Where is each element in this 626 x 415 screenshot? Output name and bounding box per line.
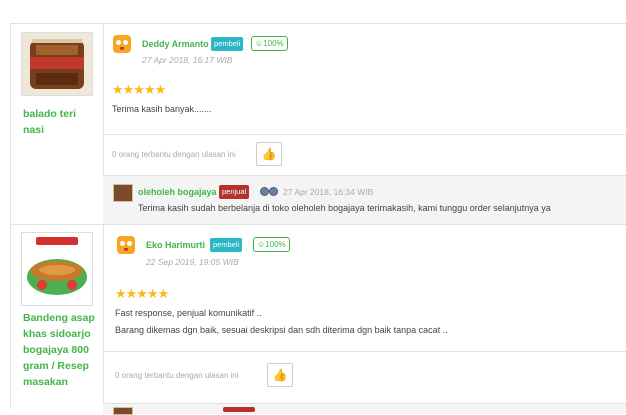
seller-badge bbox=[223, 407, 255, 412]
medal-icon bbox=[260, 187, 269, 196]
product-image bbox=[22, 33, 92, 95]
smile-percent-icon: ☺ bbox=[257, 240, 266, 249]
review-text-line: Terima kasih banyak....... bbox=[112, 104, 212, 114]
like-button[interactable]: 👍 bbox=[267, 363, 293, 387]
product-thumbnail[interactable] bbox=[21, 232, 93, 306]
shop-logo bbox=[113, 407, 133, 415]
reputation-badge: ☺100% bbox=[253, 237, 290, 252]
star-rating: ★★★★★ bbox=[112, 82, 166, 97]
review-body: Eko Harimurti pembeli ☺100% 22 Sep 2019,… bbox=[103, 225, 626, 415]
seller-reply: oleholeh bogajaya penjual 27 Apr 2018, 1… bbox=[103, 175, 626, 225]
review-date: 27 Apr 2018, 16:17 WIB bbox=[142, 55, 233, 65]
reviewer-name[interactable]: Deddy Armanto bbox=[142, 39, 209, 49]
product-column: balado teri nasi bbox=[10, 24, 104, 224]
star-rating: ★★★★★ bbox=[115, 286, 169, 301]
review-item: balado teri nasi Deddy Armanto pembeli ☺… bbox=[10, 24, 626, 225]
reputation-badge: ☺100% bbox=[251, 36, 288, 51]
helpful-count: 0 orang terbantu dengan ulasan ini bbox=[112, 150, 236, 159]
reviewer-name[interactable]: Eko Harimurti bbox=[146, 240, 205, 250]
shop-name[interactable]: oleholeh bogajaya bbox=[138, 187, 217, 197]
product-name-link[interactable]: Bandeng asap khas sidoarjo bogajaya 800 … bbox=[23, 310, 99, 390]
buyer-badge: pembeli bbox=[210, 238, 243, 252]
product-thumbnail[interactable] bbox=[21, 32, 93, 96]
helpful-row: 0 orang terbantu dengan ulasan ini 👍 bbox=[103, 134, 626, 176]
thumbs-up-icon: 👍 bbox=[272, 368, 288, 382]
review-date: 22 Sep 2019, 19:05 WIB bbox=[146, 257, 239, 267]
reviewer-avatar bbox=[113, 35, 131, 53]
review-text-line: Fast response, penjual komunikatif .. bbox=[115, 308, 262, 318]
buyer-badge: pembeli bbox=[211, 37, 244, 51]
reply-text: Terima kasih sudah berbelanja di toko ol… bbox=[138, 203, 551, 213]
product-column: Bandeng asap khas sidoarjo bogajaya 800 … bbox=[10, 225, 104, 409]
medal-icon bbox=[269, 187, 278, 196]
thumbs-up-icon: 👍 bbox=[261, 147, 277, 161]
product-name-link[interactable]: balado teri nasi bbox=[23, 106, 99, 138]
seller-badge: penjual bbox=[219, 185, 250, 199]
smile-percent-icon: ☺ bbox=[255, 39, 264, 48]
like-button[interactable]: 👍 bbox=[256, 142, 282, 166]
helpful-row: 0 orang terbantu dengan ulasan ini 👍 bbox=[103, 351, 626, 393]
review-item: Bandeng asap khas sidoarjo bogajaya 800 … bbox=[10, 225, 626, 415]
review-body: Deddy Armanto pembeli ☺100% 27 Apr 2018,… bbox=[103, 24, 626, 225]
reply-date: 27 Apr 2018, 16:34 WIB bbox=[283, 187, 374, 197]
product-image bbox=[22, 233, 92, 305]
review-text-line: Barang dikemas dgn baik, sesuai deskrips… bbox=[115, 325, 448, 335]
reviewer-avatar bbox=[117, 236, 135, 254]
helpful-count: 0 orang terbantu dengan ulasan ini bbox=[115, 371, 239, 380]
shop-logo bbox=[113, 184, 133, 202]
